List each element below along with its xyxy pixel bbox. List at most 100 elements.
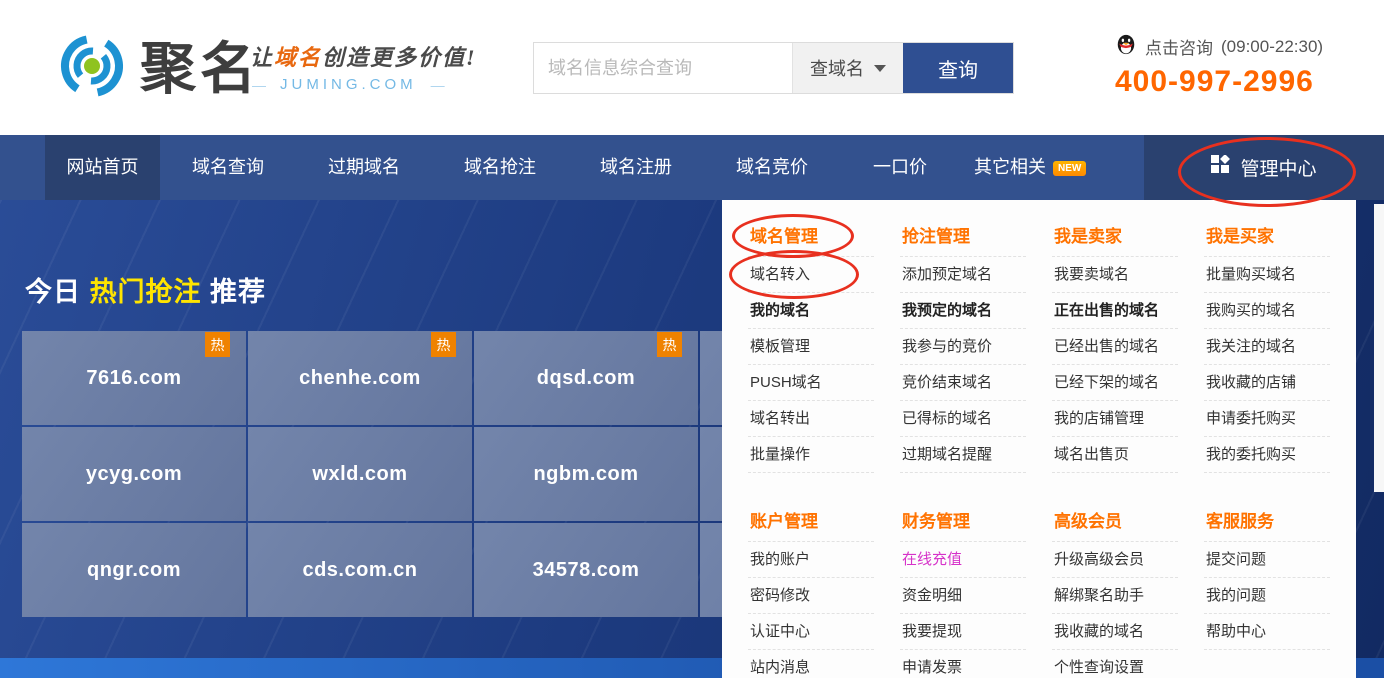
menu-item[interactable]: 申请发票: [900, 650, 1026, 678]
menu-item[interactable]: 我要提现: [900, 614, 1026, 650]
menu-group-title[interactable]: 客服服务: [1204, 503, 1330, 542]
domain-cell[interactable]: chenhe.com 热: [248, 331, 472, 425]
menu-item[interactable]: 添加预定域名: [900, 257, 1026, 293]
menu-item[interactable]: 域名转入: [748, 257, 874, 293]
menu-group-title[interactable]: 域名管理: [748, 218, 874, 257]
menu-item[interactable]: 竞价结束域名: [900, 365, 1026, 401]
menu-group-title[interactable]: 我是卖家: [1052, 218, 1178, 257]
menu-group-title[interactable]: 我是买家: [1204, 218, 1330, 257]
menu-item[interactable]: 资金明细: [900, 578, 1026, 614]
menu-item[interactable]: 我收藏的店铺: [1204, 365, 1330, 401]
menu-item[interactable]: 模板管理: [748, 329, 874, 365]
consult-row[interactable]: 点击咨询 (09:00-22:30): [1115, 33, 1323, 60]
menu-item[interactable]: 我要卖域名: [1052, 257, 1178, 293]
menu-item[interactable]: 我的域名: [748, 293, 874, 329]
domain-name: 34578.com: [533, 559, 640, 582]
domain-cell[interactable]: qngr.com: [22, 523, 246, 617]
page: 聚名 让域名创造更多价值! — JUMING.COM — 查域名 查询: [0, 0, 1384, 678]
new-badge: NEW: [1053, 161, 1086, 176]
menu-item[interactable]: 我购买的域名: [1204, 293, 1330, 329]
menu-item[interactable]: 域名出售页: [1052, 437, 1178, 473]
nav-item-home[interactable]: 网站首页: [45, 135, 160, 200]
menu-item[interactable]: 已经出售的域名: [1052, 329, 1178, 365]
contact-block: 点击咨询 (09:00-22:30) 400-997-2996: [1115, 33, 1323, 99]
domain-cell-partial: [700, 427, 722, 521]
search-input[interactable]: [534, 43, 792, 93]
hot-badge: 热: [431, 332, 456, 357]
domain-name: 7616.com: [86, 367, 181, 390]
menu-item[interactable]: 域名转出: [748, 401, 874, 437]
logo-icon: [58, 32, 126, 105]
nav-item-domain-backorder[interactable]: 域名抢注: [432, 135, 568, 200]
qq-icon: [1115, 33, 1137, 60]
phone-number: 400-997-2996: [1115, 65, 1323, 99]
domain-cell[interactable]: ngbm.com: [474, 427, 698, 521]
menu-group: 我是买家批量购买域名我购买的域名我关注的域名我收藏的店铺申请委托购买我的委托购买: [1204, 218, 1330, 473]
menu-item[interactable]: 提交问题: [1204, 542, 1330, 578]
search-button[interactable]: 查询: [903, 43, 1013, 93]
grid-icon: [1211, 155, 1230, 180]
nav-item-buy-now[interactable]: 一口价: [840, 135, 960, 200]
consult-label: 点击咨询: [1145, 34, 1213, 59]
menu-item[interactable]: 我的账户: [748, 542, 874, 578]
menu-item[interactable]: 我收藏的域名: [1052, 614, 1178, 650]
logo[interactable]: 聚名: [58, 32, 260, 105]
menu-item[interactable]: 已得标的域名: [900, 401, 1026, 437]
menu-group-title[interactable]: 账户管理: [748, 503, 874, 542]
menu-item[interactable]: 密码修改: [748, 578, 874, 614]
menu-item[interactable]: 我参与的竞价: [900, 329, 1026, 365]
menu-group-title[interactable]: 高级会员: [1052, 503, 1178, 542]
menu-item[interactable]: 批量购买域名: [1204, 257, 1330, 293]
search-type-label: 查域名: [810, 55, 864, 81]
domain-cell[interactable]: wxld.com: [248, 427, 472, 521]
menu-item[interactable]: 申请委托购买: [1204, 401, 1330, 437]
menu-item[interactable]: 在线充值: [900, 542, 1026, 578]
menu-item[interactable]: 站内消息: [748, 650, 874, 678]
nav-item-other[interactable]: 其它相关NEW: [960, 135, 1100, 200]
domain-name: qngr.com: [87, 559, 181, 582]
domain-cell[interactable]: dqsd.com热: [474, 331, 698, 425]
menu-group-title[interactable]: 财务管理: [900, 503, 1026, 542]
menu-group: 财务管理在线充值资金明细我要提现申请发票: [900, 503, 1026, 678]
menu-item[interactable]: 我预定的域名: [900, 293, 1026, 329]
domain-name: chenhe.com: [299, 367, 421, 390]
menu-group: 抢注管理添加预定域名我预定的域名我参与的竞价竞价结束域名已得标的域名过期域名提醒: [900, 218, 1026, 473]
menu-item[interactable]: 我的问题: [1204, 578, 1330, 614]
nav-item-domain-register[interactable]: 域名注册: [568, 135, 704, 200]
domain-cell[interactable]: cds.com.cn: [248, 523, 472, 617]
menu-item[interactable]: 解绑聚名助手: [1052, 578, 1178, 614]
search-type-dropdown[interactable]: 查域名: [792, 43, 903, 93]
banner-title: 今日 热门抢注 推荐: [25, 270, 266, 309]
slogan-highlight: 域名: [274, 45, 322, 70]
menu-item[interactable]: 我关注的域名: [1204, 329, 1330, 365]
menu-item[interactable]: 升级高级会员: [1052, 542, 1178, 578]
menu-item[interactable]: 批量操作: [748, 437, 874, 473]
menu-group-title[interactable]: 抢注管理: [900, 218, 1026, 257]
menu-item[interactable]: 帮助中心: [1204, 614, 1330, 650]
hot-badge: 热: [205, 332, 230, 357]
nav-item-domain-query[interactable]: 域名查询: [160, 135, 296, 200]
menu-item[interactable]: PUSH域名: [748, 365, 874, 401]
domain-name: wxld.com: [312, 463, 407, 486]
nav-item-admin-center[interactable]: 管理中心: [1144, 135, 1384, 200]
menu-item[interactable]: 过期域名提醒: [900, 437, 1026, 473]
nav-item-domain-auction[interactable]: 域名竞价: [704, 135, 840, 200]
menu-item[interactable]: 我的委托购买: [1204, 437, 1330, 473]
domain-cell[interactable]: 34578.com: [474, 523, 698, 617]
menu-group: 客服服务提交问题我的问题帮助中心: [1204, 503, 1330, 678]
dash-right: —: [431, 77, 445, 93]
menu-group: 域名管理域名转入我的域名模板管理PUSH域名域名转出批量操作: [748, 218, 874, 473]
menu-item[interactable]: 正在出售的域名: [1052, 293, 1178, 329]
hot-domain-grid: 7616.com 热 chenhe.com 热 dqsd.com热 ycyg.com wxl…: [22, 331, 722, 619]
nav-item-expired-domains[interactable]: 过期域名: [296, 135, 432, 200]
menu-item[interactable]: 我的店铺管理: [1052, 401, 1178, 437]
domain-cell-partial: [700, 523, 722, 617]
menu-item[interactable]: 认证中心: [748, 614, 874, 650]
domain-cell[interactable]: 7616.com 热: [22, 331, 246, 425]
menu-item[interactable]: 已经下架的域名: [1052, 365, 1178, 401]
search-bar: 查域名 查询: [533, 42, 1014, 94]
menu-item[interactable]: 个性查询设置: [1052, 650, 1178, 678]
site-label: JUMING.COM: [280, 76, 417, 93]
domain-name: ngbm.com: [533, 463, 638, 486]
domain-cell[interactable]: ycyg.com: [22, 427, 246, 521]
